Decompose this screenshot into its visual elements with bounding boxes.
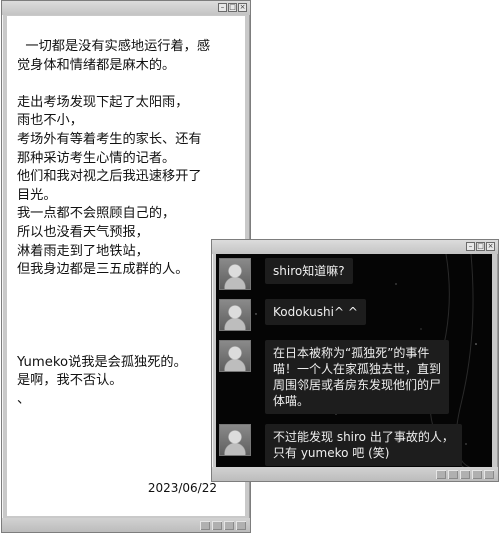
resize-grip[interactable] xyxy=(436,470,494,479)
chat-window: – □ × shiro知道嘛? Kodokushi^ ^ 在日本被称为“孤独死”… xyxy=(211,239,499,482)
message-bubble: 在日本被称为“孤独死”的事件 喵！一个人在家孤独去世，直到 周围邻居或者房东发现… xyxy=(265,340,450,414)
avatar xyxy=(219,340,251,372)
avatar xyxy=(219,424,251,456)
resize-grip[interactable] xyxy=(200,521,246,530)
chat-message: 在日本被称为“孤独死”的事件 喵！一个人在家孤独去世，直到 周围邻居或者房东发现… xyxy=(219,340,450,414)
chat-message: Kodokushi^ ^ xyxy=(219,299,366,331)
text-line: 他们和我对视之后我迅速移开了 xyxy=(17,169,202,185)
text-line: 觉身体和情绪都是麻木的。 xyxy=(17,57,176,73)
date-label: 2023/06/22 xyxy=(147,481,217,495)
text-line: 是啊，我不否认。 xyxy=(17,373,123,389)
title-bar[interactable]: – □ × xyxy=(2,1,250,15)
message-bubble: 不过能发现 shiro 出了事故的人， 只有 yumeko 吧 (笑) xyxy=(265,424,462,466)
message-text: 喵！一个人在家孤独去世，直到 xyxy=(273,362,442,376)
message-text: 体喵。 xyxy=(273,394,310,408)
chat-area: shiro知道嘛? Kodokushi^ ^ 在日本被称为“孤独死”的事件 喵！… xyxy=(216,254,492,467)
text-line: 淋着雨走到了地铁站， xyxy=(17,243,149,259)
text-line: 、 xyxy=(17,391,31,407)
minimize-icon[interactable]: – xyxy=(218,3,227,12)
maximize-icon[interactable]: □ xyxy=(476,242,485,251)
text-line: 考场外有等着考生的家长、还有 xyxy=(17,131,202,147)
text-line: 那种采访考生心情的记者。 xyxy=(17,150,176,166)
text-line: 走出考场发现下起了太阳雨， xyxy=(17,94,189,110)
message-text: 只有 yumeko 吧 (笑) xyxy=(273,446,390,460)
text-line: 我一点都不会照顾自己的， xyxy=(17,206,176,222)
diary-text: 一切都是没有实感地运行着，感 觉身体和情绪都是麻木的。 走出考场发现下起了太阳雨… xyxy=(17,38,242,410)
text-area: 一切都是没有实感地运行着，感 觉身体和情绪都是麻木的。 走出考场发现下起了太阳雨… xyxy=(7,16,245,516)
avatar xyxy=(219,258,251,290)
status-bar xyxy=(2,518,250,532)
message-bubble: Kodokushi^ ^ xyxy=(265,299,366,325)
avatar xyxy=(219,299,251,331)
chat-message: shiro知道嘛? xyxy=(219,258,353,290)
maximize-icon[interactable]: □ xyxy=(228,3,237,12)
window-controls: – □ × xyxy=(466,242,495,251)
message-text: 在日本被称为“孤独死”的事件 xyxy=(273,346,430,360)
text-line: Yumeko说我是会孤独死的。 xyxy=(17,354,187,370)
title-bar[interactable]: – □ × xyxy=(212,240,498,254)
text-line: 所以也没看天气预报， xyxy=(17,224,149,240)
minimize-icon[interactable]: – xyxy=(466,242,475,251)
chat-message: 不过能发现 shiro 出了事故的人， 只有 yumeko 吧 (笑) xyxy=(219,424,462,466)
blank-space xyxy=(17,280,242,354)
close-icon[interactable]: × xyxy=(486,242,495,251)
message-bubble: shiro知道嘛? xyxy=(265,258,353,284)
window-controls: – □ × xyxy=(218,3,247,12)
text-line: 目光。 xyxy=(17,187,57,203)
message-text: 周围邻居或者房东发现他们的尸 xyxy=(273,378,442,392)
message-text: 不过能发现 shiro 出了事故的人， xyxy=(273,430,454,444)
close-icon[interactable]: × xyxy=(238,3,247,12)
text-line: 但我身边都是三五成群的人。 xyxy=(17,262,189,278)
text-line: 一切都是没有实感地运行着，感 xyxy=(17,39,211,54)
text-line: 雨也不小， xyxy=(17,113,83,129)
message-text: shiro知道嘛? xyxy=(273,264,345,278)
message-text: Kodokushi^ ^ xyxy=(273,305,358,319)
status-bar xyxy=(212,467,498,481)
